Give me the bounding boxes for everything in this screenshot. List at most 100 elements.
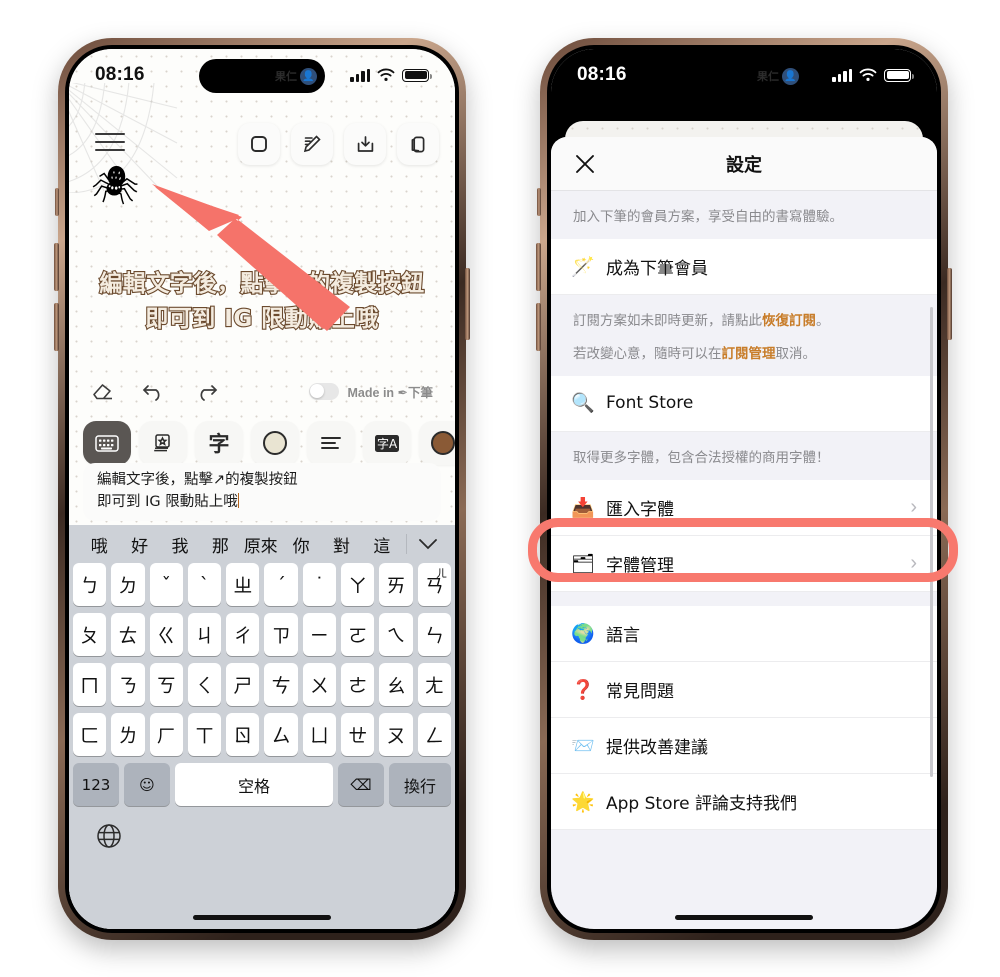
home-indicator[interactable] [675,915,813,920]
search-icon: 🔍 [571,393,595,415]
power-button[interactable] [465,268,470,340]
suggestion-item[interactable]: 對 [321,532,361,557]
key[interactable]: ㄩ [302,713,337,756]
key[interactable]: ㄉ [111,563,145,606]
row-faq[interactable]: ❓ 常見問題 [551,662,937,718]
key[interactable]: ˋ [187,563,222,606]
key[interactable]: ㄓ [226,563,260,606]
suggestion-item[interactable]: 我 [160,532,200,557]
key[interactable]: ˇ [149,563,183,606]
chevron-down-icon[interactable] [411,538,445,550]
key[interactable]: ˙ [302,563,337,606]
key[interactable]: ㄋ [111,663,145,706]
power-button[interactable] [947,268,952,340]
sticker-tool-button[interactable] [139,421,187,465]
key[interactable]: ㄝ [341,713,375,756]
color-tool-button[interactable] [251,421,299,465]
key[interactable]: ㄨ [302,663,337,706]
save-button[interactable] [344,123,386,165]
stroke-color-tool-button[interactable] [419,421,455,465]
eraser-icon[interactable] [91,380,115,402]
row-rate[interactable]: 🌟 App Store 評論支持我們 [551,774,937,830]
volume-down-button[interactable] [54,303,59,351]
volume-down-button[interactable] [536,303,541,351]
key[interactable]: ˊ [264,563,298,606]
question-mark-icon: ❓ [571,679,595,701]
key[interactable]: ㄍ [149,613,183,656]
edit-pen-button[interactable] [291,123,333,165]
key[interactable]: ㄧ [302,613,337,656]
suggestion-item[interactable]: 原來 [241,532,281,557]
restore-subscription-link[interactable]: 恢復訂閱 [762,313,816,329]
row-label: 提供改善建議 [606,738,708,758]
key[interactable]: ㄅ [73,563,107,606]
mute-switch[interactable] [55,188,59,216]
suggestion-item[interactable]: 哦 [79,532,119,557]
row-become-member[interactable]: 🪄 成為下筆會員 [551,239,937,296]
row-feedback[interactable]: 📨 提供改善建議 [551,718,937,774]
key[interactable]: ㄡ [379,713,413,756]
key[interactable]: ㄛ [341,613,375,656]
key[interactable]: ㄣ [417,613,451,656]
key[interactable]: ㄊ [111,613,145,656]
suggestion-item[interactable]: 這 [362,532,402,557]
home-indicator[interactable] [193,915,331,920]
key[interactable]: ㄇ [73,663,107,706]
key[interactable]: ㄆ [73,613,107,656]
key[interactable]: ㄢ ㄦ [417,563,451,606]
key[interactable]: ㄖ [226,713,260,756]
mute-switch[interactable] [537,188,541,216]
font-tool-button[interactable]: 字 [195,421,243,465]
key[interactable]: ㄕ [226,663,260,706]
globe-icon[interactable] [95,822,123,850]
key[interactable]: ㄈ [73,713,107,756]
suggestion-item[interactable]: 那 [200,532,240,557]
suggestion-item[interactable]: 你 [281,532,321,557]
key[interactable]: ㄠ [379,663,413,706]
key[interactable]: ㄤ [417,663,451,706]
close-icon[interactable] [573,152,597,176]
canvas-text[interactable]: 編輯文字後，點擊↗的複製按鈕 即可到 IG 限動貼上哦 [69,267,455,336]
color-swatch [263,431,287,455]
text-input[interactable]: 編輯文字後，點擊↗的複製按鈕 即可到 IG 限動貼上哦 [83,463,441,521]
key[interactable]: ㄘ [264,663,298,706]
copy-button[interactable] [397,123,439,165]
key[interactable]: ㄟ [379,613,413,656]
key[interactable]: ㄚ [341,563,375,606]
align-tool-button[interactable] [307,421,355,465]
emoji-key[interactable]: ☺ [124,763,170,806]
key[interactable]: ㄔ [226,613,260,656]
key[interactable]: ㄑ [187,663,222,706]
watermark-toggle[interactable] [308,382,339,400]
row-language[interactable]: 🌍 語言 [551,606,937,662]
key[interactable]: ㄙ [264,713,298,756]
key[interactable]: ㄐ [187,613,222,656]
undo-icon[interactable] [141,380,167,402]
key[interactable]: ㄥ [417,713,451,756]
newline-key[interactable]: 換行 [389,763,451,806]
key[interactable]: ㄎ [149,663,183,706]
keyboard-tool-button[interactable] [83,421,131,465]
row-font-store[interactable]: 🔍 Font Store [551,375,937,432]
space-key[interactable]: 空格 [175,763,333,806]
numeric-key[interactable]: 123 [73,763,119,806]
volume-up-button[interactable] [54,243,59,291]
key[interactable]: ㄒ [187,713,222,756]
backspace-key[interactable]: ⌫ [338,763,384,806]
dynamic-island: 果仁 👤 [199,59,325,93]
key[interactable]: ㄌ [111,713,145,756]
translate-tool-button[interactable]: 字A [363,421,411,465]
scrollbar[interactable] [930,307,933,777]
volume-up-button[interactable] [536,243,541,291]
key[interactable]: ㄏ [149,713,183,756]
hamburger-menu-icon[interactable] [95,127,125,157]
manage-subscription-link[interactable]: 訂閱管理 [722,346,776,362]
key[interactable]: ㄜ [341,663,375,706]
redo-icon[interactable] [193,380,219,402]
row-import-font[interactable]: 📥 匯入字體 › [551,480,937,536]
key[interactable]: ㄞ [379,563,413,606]
row-manage-font[interactable]: 🗂 字體管理 › [551,536,937,592]
suggestion-item[interactable]: 好 [119,532,159,557]
canvas-size-button[interactable] [238,123,280,165]
key[interactable]: ㄗ [264,613,298,656]
